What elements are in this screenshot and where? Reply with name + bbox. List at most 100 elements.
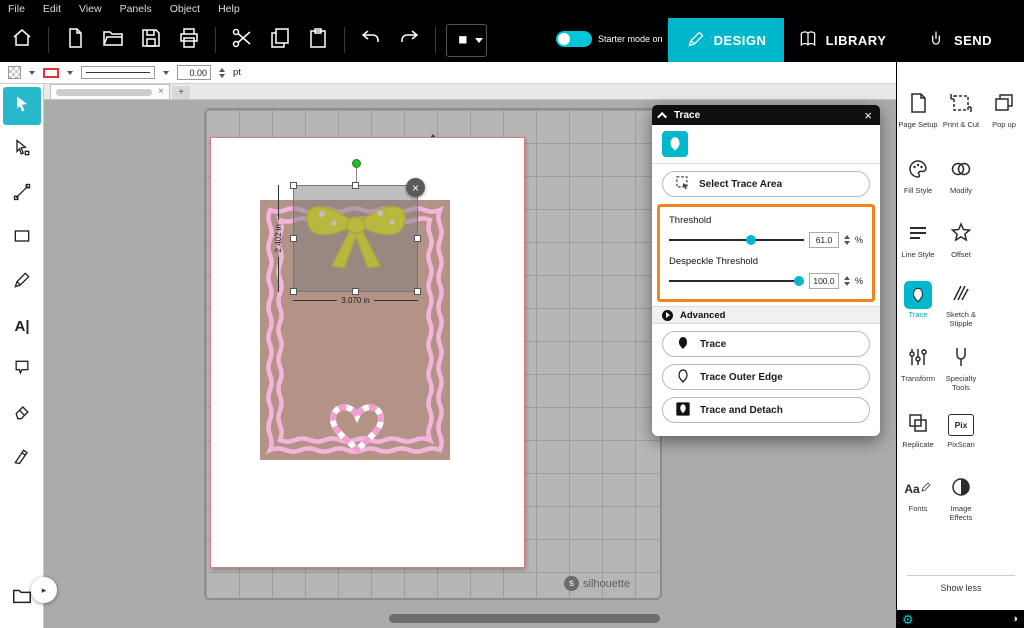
format-bar: 0.00 pt — [0, 62, 896, 84]
threshold-value-input[interactable]: 61.0 — [809, 232, 839, 248]
trace-panel-icon — [662, 131, 688, 157]
open-button[interactable] — [97, 22, 129, 58]
tab-send[interactable]: SEND — [900, 18, 1018, 62]
fill-swatch-dropdown[interactable] — [8, 66, 21, 79]
show-less-button[interactable]: Show less — [897, 583, 1024, 593]
panel-item-trace[interactable]: Trace — [897, 280, 939, 319]
panel-item-print-cut[interactable]: Print & Cut — [940, 90, 982, 129]
trace-panel-icon-row — [652, 125, 880, 163]
collapse-chevron-icon[interactable] — [657, 111, 667, 121]
stroke-width-stepper[interactable] — [219, 68, 225, 78]
panel-item-specialty-tools[interactable]: Specialty Tools — [940, 344, 982, 392]
new-tab-button[interactable]: + — [172, 86, 190, 99]
point-edit-icon — [12, 138, 32, 163]
redo-button[interactable] — [393, 22, 425, 58]
menu-help[interactable]: Help — [218, 3, 240, 15]
panel-item-offset[interactable]: Offset — [940, 220, 982, 259]
tool-line[interactable] — [0, 172, 44, 216]
panel-item-line-style[interactable]: Line Style — [897, 220, 939, 259]
theme-contrast-icon[interactable]: ◑ — [1011, 614, 1018, 625]
close-tab-icon[interactable]: × — [158, 87, 164, 97]
design-pencil-icon — [686, 29, 706, 52]
threshold-slider[interactable] — [669, 234, 804, 246]
line-style-dropdown[interactable] — [81, 66, 155, 79]
despeckle-threshold-label: Despeckle Threshold — [669, 256, 863, 267]
print-button[interactable] — [173, 22, 205, 58]
resize-handle-se[interactable] — [414, 288, 421, 295]
resize-handle-e[interactable] — [414, 235, 421, 242]
replicate-icon — [906, 411, 930, 440]
paste-button[interactable] — [302, 22, 334, 58]
resize-handle-w[interactable] — [290, 235, 297, 242]
resize-handle-nw[interactable] — [290, 182, 297, 189]
trace-outer-edge-button[interactable]: Trace Outer Edge — [662, 364, 870, 390]
settings-gear-icon[interactable]: ⚙ — [902, 613, 914, 626]
despeckle-value-input[interactable]: 100.0 — [809, 273, 839, 289]
tool-knife[interactable] — [0, 436, 44, 480]
trace-area-selection[interactable]: × — [293, 185, 418, 292]
panel-item-replicate[interactable]: Replicate — [897, 410, 939, 449]
new-document-button[interactable] — [59, 22, 91, 58]
panel-item-modify[interactable]: Modify — [940, 156, 982, 195]
starter-mode-toggle[interactable]: Starter mode on — [556, 31, 663, 47]
expand-arrow-icon — [662, 310, 673, 321]
tool-draw[interactable] — [0, 260, 44, 304]
document-tab[interactable]: × — [50, 84, 170, 99]
panel-item-image-effects[interactable]: Image Effects — [940, 474, 982, 522]
home-button[interactable] — [6, 22, 38, 58]
tool-select[interactable] — [0, 84, 44, 128]
stroke-unit-label: pt — [233, 67, 241, 78]
trace-button[interactable]: Trace — [662, 331, 870, 357]
cut-button[interactable] — [226, 22, 258, 58]
advanced-expander[interactable]: Advanced — [652, 306, 880, 324]
line-color-swatch-dropdown[interactable] — [43, 68, 59, 78]
despeckle-slider-handle[interactable] — [794, 276, 804, 286]
rotation-handle[interactable] — [352, 159, 361, 168]
selection-tool-dropdown[interactable] — [446, 24, 487, 57]
menu-edit[interactable]: Edit — [43, 3, 61, 15]
select-trace-area-button[interactable]: Select Trace Area — [662, 171, 870, 197]
panel-item-pixscan[interactable]: Pix PixScan — [940, 410, 982, 449]
collapse-panel-handle[interactable]: ▸ — [31, 577, 57, 603]
panel-item-fill-style[interactable]: Fill Style — [897, 156, 939, 195]
toolbar-separator — [48, 27, 49, 53]
menu-file[interactable]: File — [8, 3, 25, 15]
panel-item-sketch-stipple[interactable]: Sketch & Stipple — [940, 280, 982, 328]
trace-panel-header[interactable]: Trace × — [652, 105, 880, 125]
panel-item-fonts[interactable]: Aa Fonts — [897, 474, 939, 513]
stroke-width-input[interactable]: 0.00 — [177, 65, 211, 80]
resize-handle-n[interactable] — [352, 182, 359, 189]
trace-and-detach-button[interactable]: Trace and Detach — [662, 397, 870, 423]
tool-note[interactable] — [0, 348, 44, 392]
selection-tool-icon — [450, 27, 472, 54]
sketch-stipple-icon — [949, 281, 973, 310]
trace-panel: Trace × Select Trace Area Threshold 61.0… — [652, 105, 880, 436]
tab-library[interactable]: LIBRARY — [790, 18, 894, 62]
despeckle-slider[interactable] — [669, 275, 804, 287]
divider — [907, 575, 1015, 576]
despeckle-stepper[interactable] — [844, 276, 850, 286]
advanced-label: Advanced — [680, 310, 725, 321]
panel-item-transform[interactable]: Transform — [897, 344, 939, 383]
threshold-slider-handle[interactable] — [746, 235, 756, 245]
save-button[interactable] — [135, 22, 167, 58]
menu-object[interactable]: Object — [170, 3, 200, 15]
horizontal-scrollbar[interactable] — [389, 614, 660, 623]
threshold-stepper[interactable] — [844, 235, 850, 245]
delete-selection-button[interactable]: × — [406, 178, 425, 197]
pop-up-icon — [992, 91, 1016, 120]
resize-handle-s[interactable] — [352, 288, 359, 295]
tool-text[interactable]: A| — [0, 304, 44, 348]
tool-eraser[interactable] — [0, 392, 44, 436]
panel-item-page-setup[interactable]: Page Setup — [897, 90, 939, 129]
tab-design[interactable]: DESIGN — [668, 18, 784, 62]
menu-view[interactable]: View — [79, 3, 102, 15]
panel-item-pop-up[interactable]: Pop up — [983, 90, 1024, 129]
menu-panels[interactable]: Panels — [120, 3, 152, 15]
undo-button[interactable] — [355, 22, 387, 58]
resize-handle-sw[interactable] — [290, 288, 297, 295]
close-panel-button[interactable]: × — [864, 109, 872, 122]
tool-point-edit[interactable] — [0, 128, 44, 172]
tool-rectangle[interactable] — [0, 216, 44, 260]
copy-button[interactable] — [264, 22, 296, 58]
